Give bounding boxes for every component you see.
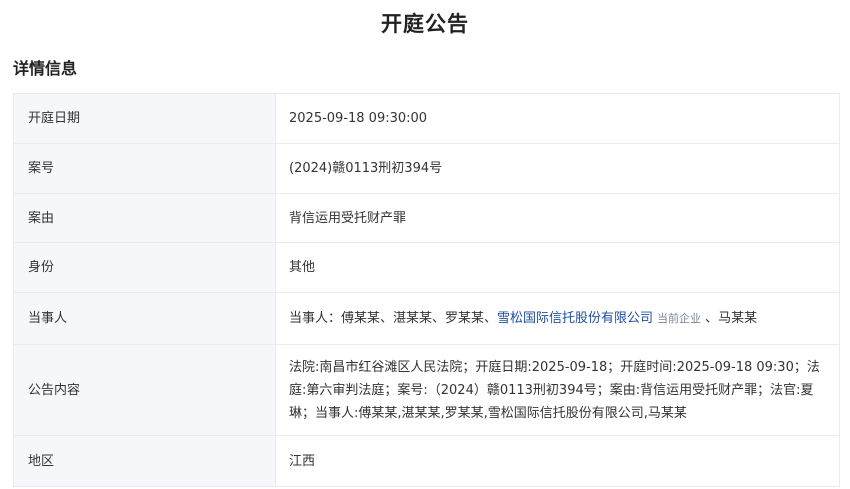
- row-value-announcement: 法院:南昌市红谷滩区人民法院；开庭日期:2025-09-18；开庭时间:2025…: [275, 344, 840, 436]
- table-row: 案由 背信运用受托财产罪: [13, 193, 840, 243]
- parties-prefix: 当事人：傅某某、湛某某、罗某某、: [289, 311, 498, 326]
- row-label-region: 地区: [13, 435, 276, 487]
- detail-table: 开庭日期 2025-09-18 09:30:00 案号 (2024)赣0113刑…: [13, 93, 840, 487]
- row-value-cause: 背信运用受托财产罪: [275, 193, 840, 243]
- row-label-announcement: 公告内容: [13, 344, 276, 436]
- row-label-cause: 案由: [13, 193, 276, 243]
- table-row: 地区 江西: [13, 435, 840, 487]
- current-company-badge: 当前企业: [657, 312, 702, 325]
- row-value-region: 江西: [275, 435, 840, 487]
- row-label-identity: 身份: [13, 242, 276, 293]
- row-value-parties: 当事人：傅某某、湛某某、罗某某、雪松国际信托股份有限公司 当前企业 、马某某: [275, 292, 840, 345]
- row-value-case-number: (2024)赣0113刑初394号: [275, 143, 840, 194]
- row-value-hearing-date: 2025-09-18 09:30:00: [275, 93, 840, 144]
- table-row: 案号 (2024)赣0113刑初394号: [13, 143, 840, 194]
- company-link[interactable]: 雪松国际信托股份有限公司: [497, 311, 653, 326]
- row-label-hearing-date: 开庭日期: [13, 93, 276, 144]
- section-title: 详情信息: [13, 59, 78, 78]
- row-label-parties: 当事人: [13, 292, 276, 345]
- parties-suffix: 、马某某: [705, 311, 758, 326]
- table-row: 开庭日期 2025-09-18 09:30:00: [13, 93, 840, 144]
- table-row: 身份 其他: [13, 242, 840, 293]
- row-label-case-number: 案号: [13, 143, 276, 194]
- table-row: 当事人 当事人：傅某某、湛某某、罗某某、雪松国际信托股份有限公司 当前企业 、马某…: [13, 292, 840, 345]
- row-value-identity: 其他: [275, 242, 840, 293]
- table-row: 公告内容 法院:南昌市红谷滩区人民法院；开庭日期:2025-09-18；开庭时间…: [13, 344, 840, 436]
- page-title: 开庭公告: [381, 12, 469, 36]
